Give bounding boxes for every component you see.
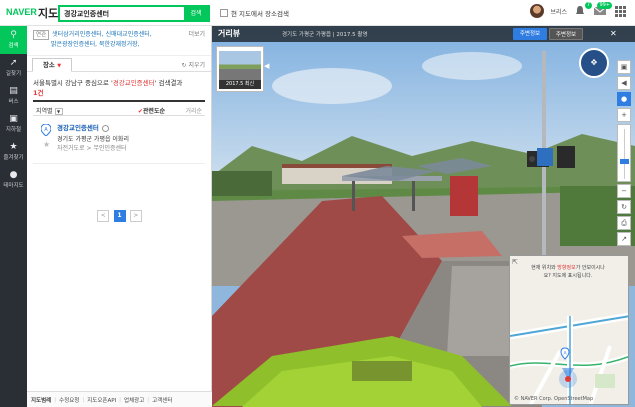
search-button[interactable]: 검색 bbox=[184, 7, 208, 20]
location-info-button[interactable]: 주변정보 bbox=[549, 28, 583, 40]
fullscreen-icon[interactable]: ▣ bbox=[617, 60, 631, 74]
result-name[interactable]: 경강교인증센터 bbox=[57, 122, 109, 132]
nearby-button[interactable]: 주변정보 bbox=[513, 28, 547, 40]
next-page-button[interactable]: > bbox=[129, 210, 142, 222]
footer: 지도범례 | 수정요청 | 지도오픈API | 업체광고 | 고객센터 bbox=[27, 391, 212, 407]
mini-map[interactable]: A ⇱ 현재 위치와 방향정보가 안보이시나요? 지도에 표시됩니다. © NA… bbox=[509, 255, 629, 405]
dropdown-icon: ▼ bbox=[54, 108, 63, 115]
search-box: 검색 bbox=[58, 5, 210, 22]
share-icon[interactable]: ↗ bbox=[617, 232, 631, 246]
left-nav: ⚲ 검색 ➚ 길찾기 ▤ 버스 ▣ 지하철 ★ 즐겨찾기 ● 테마지도 bbox=[0, 26, 27, 407]
sort-relevance[interactable]: ✔관련도순 bbox=[138, 106, 165, 115]
related-links-2[interactable]: 밝은광장인증센터, 북한강재정거장, bbox=[33, 41, 140, 48]
related-more-button[interactable]: 더보기 bbox=[188, 30, 205, 40]
pin-icon: ● bbox=[9, 170, 18, 180]
nav-favorites[interactable]: ★ 즐겨찾기 bbox=[0, 138, 27, 166]
result-summary: 서울특별시 강남구 중심으로 '경강교인증센터' 검색결과 1건 bbox=[33, 79, 183, 97]
zoom-in-icon[interactable]: + bbox=[617, 108, 631, 122]
compass-control[interactable]: ✥ bbox=[579, 48, 609, 78]
nav-directions[interactable]: ➚ 길찾기 bbox=[0, 54, 27, 82]
page-1-button[interactable]: 1 bbox=[113, 210, 126, 222]
mail-icon[interactable]: 99+ bbox=[593, 2, 612, 18]
streetview-date-thumbnail[interactable]: 2017.5 최신 bbox=[216, 46, 264, 92]
local-search-label: 현 지도에서 장소검색 bbox=[231, 10, 289, 18]
region-filter[interactable]: 지역별 ▼ bbox=[36, 106, 63, 115]
map-toggle-icon[interactable]: ◀ bbox=[617, 76, 631, 90]
avatar[interactable] bbox=[530, 4, 545, 18]
username[interactable]: 브리스 bbox=[550, 7, 567, 16]
caret-down-icon: ▼ bbox=[57, 63, 62, 69]
location-icon[interactable]: ● bbox=[617, 92, 631, 106]
related-tag: 연관 bbox=[33, 30, 50, 40]
related-searches: 연관 샛터삼거리인증센터, 신매대교인증센터, 밝은광장인증센터, 북한강재정거장… bbox=[27, 26, 211, 56]
search-panel: 연관 샛터삼거리인증센터, 신매대교인증센터, 밝은광장인증센터, 북한강재정거장… bbox=[27, 26, 212, 391]
zoom-out-icon[interactable]: − bbox=[617, 184, 631, 198]
svg-text:A: A bbox=[44, 127, 48, 133]
streetview-title: 거리뷰 bbox=[218, 29, 241, 38]
view-controls: ▣ ◀ ● + − ↻ ⎙ ↗ bbox=[617, 60, 631, 248]
thumbnail-image bbox=[219, 51, 261, 81]
top-bar: NAVER 지도 검색 현 지도에서 장소검색 브리스 7 99+ bbox=[0, 0, 635, 26]
map-attribution: © NAVER Corp. OpenStreetMap bbox=[514, 396, 594, 402]
marker-a-icon: A bbox=[41, 124, 51, 136]
result-tabs: 장소 ▼ ↻ 지우기 bbox=[27, 56, 211, 72]
clear-button[interactable]: ↻ 지우기 bbox=[182, 60, 206, 69]
local-search-toggle[interactable]: 현 지도에서 장소검색 bbox=[220, 8, 289, 18]
result-category: 자전거도로 > 무인인증센터 bbox=[57, 145, 127, 152]
tab-place[interactable]: 장소 ▼ bbox=[32, 58, 72, 72]
nav-bus[interactable]: ▤ 버스 bbox=[0, 82, 27, 110]
close-icon[interactable]: ✕ bbox=[610, 29, 617, 39]
map-service-title[interactable]: 지도 bbox=[38, 5, 58, 21]
streetview-toolbar: 거리뷰 경기도 가평군 가평읍 | 2017.5 촬영 주변정보 주변정보 ✕ bbox=[212, 26, 635, 42]
thumbnail-caption: 2017.5 최신 bbox=[219, 80, 261, 89]
footer-ads[interactable]: 업체광고 bbox=[124, 396, 144, 404]
list-item[interactable]: A ★ 경강교인증센터 경기도 가평군 가평읍 이화리 자전거도로 > 무인인증… bbox=[33, 116, 205, 164]
checkbox[interactable] bbox=[220, 9, 228, 17]
footer-support[interactable]: 고객센터 bbox=[152, 396, 172, 404]
bus-icon: ▤ bbox=[9, 86, 18, 96]
chevron-left-icon[interactable]: ◀ bbox=[264, 62, 269, 70]
search-input[interactable] bbox=[60, 7, 184, 20]
app-menu-icon[interactable] bbox=[613, 4, 627, 18]
streetview-location: 경기도 가평군 가평읍 | 2017.5 촬영 bbox=[282, 32, 368, 38]
footer-legend[interactable]: 지도범례 bbox=[31, 396, 51, 404]
zoom-slider[interactable] bbox=[617, 124, 631, 182]
result-count: 1건 bbox=[33, 89, 44, 97]
naver-logo[interactable]: NAVER bbox=[6, 7, 37, 17]
mail-count: 99+ bbox=[597, 2, 612, 9]
pagination: < 1 > bbox=[27, 210, 212, 222]
print-icon[interactable]: ⎙ bbox=[617, 216, 631, 230]
footer-api[interactable]: 지도오픈API bbox=[87, 396, 116, 404]
star-icon[interactable]: ★ bbox=[43, 140, 50, 149]
result-address: 경기도 가평군 가평읍 이화리 bbox=[57, 136, 129, 143]
minimap-hint: 현재 위치와 방향정보가 안보이시나요? 지도에 표시됩니다. bbox=[531, 265, 605, 279]
rotate-icon[interactable]: ↻ bbox=[617, 200, 631, 214]
nav-search[interactable]: ⚲ 검색 bbox=[0, 26, 27, 54]
search-icon: ⚲ bbox=[10, 30, 17, 40]
prev-page-button[interactable]: < bbox=[97, 210, 110, 222]
notification-icon[interactable]: 7 bbox=[573, 2, 592, 18]
sort-distance[interactable]: 거리순 bbox=[185, 106, 202, 115]
footer-report[interactable]: 수정요청 bbox=[59, 396, 79, 404]
user-area: 브리스 7 99+ bbox=[530, 2, 627, 18]
nav-theme-map[interactable]: ● 테마지도 bbox=[0, 166, 27, 194]
notification-count: 7 bbox=[584, 2, 592, 9]
streetview-icon[interactable] bbox=[101, 124, 109, 132]
zoom-knob[interactable] bbox=[620, 159, 629, 164]
streetview-viewer[interactable]: 거리뷰 경기도 가평군 가평읍 | 2017.5 촬영 주변정보 주변정보 ✕ … bbox=[212, 26, 635, 407]
star-icon: ★ bbox=[9, 142, 18, 152]
nav-subway[interactable]: ▣ 지하철 bbox=[0, 110, 27, 138]
subway-icon: ▣ bbox=[9, 114, 18, 124]
related-links-1[interactable]: 샛터삼거리인증센터, 신매대교인증센터, bbox=[52, 31, 152, 38]
filter-row: 지역별 ▼ ✔관련도순 거리순 bbox=[33, 100, 205, 116]
directions-icon: ➚ bbox=[9, 58, 18, 68]
expand-icon[interactable]: ⇱ bbox=[512, 258, 518, 266]
